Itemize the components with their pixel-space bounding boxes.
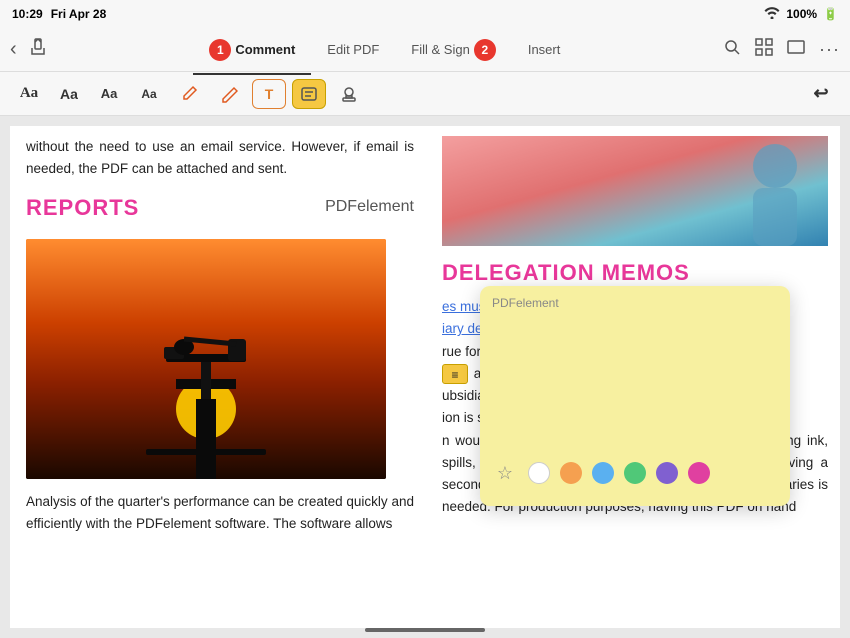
tab-fill-sign-label: Fill & Sign (411, 42, 470, 57)
pdfelement-logo-left: PDFelement (325, 198, 414, 216)
tab-edit-pdf-label: Edit PDF (327, 42, 379, 57)
status-bar: 10:29 Fri Apr 28 100% 🔋 (0, 0, 850, 28)
more-button[interactable]: ··· (819, 39, 840, 60)
oil-field-image (26, 239, 386, 479)
pdf-page: without the need to use an email service… (10, 126, 840, 628)
comment-badge: 1 (209, 39, 231, 61)
share-button[interactable] (29, 38, 47, 61)
color-green[interactable] (624, 462, 646, 484)
header-image (442, 136, 828, 246)
analysis-text: Analysis of the quarter's performance ca… (26, 491, 414, 536)
sticky-note-tool[interactable] (292, 79, 326, 109)
sticky-note-author: PDFelement (492, 296, 778, 310)
battery-label: 100% (786, 7, 817, 21)
tab-edit-pdf[interactable]: Edit PDF (311, 36, 395, 63)
intro-text: without the need to use an email service… (26, 136, 414, 181)
color-blue[interactable] (592, 462, 614, 484)
window-icon[interactable] (787, 38, 805, 61)
grid-icon[interactable] (755, 38, 773, 61)
battery-icon: 🔋 (823, 7, 838, 21)
color-pink[interactable] (688, 462, 710, 484)
text-tool-tiny[interactable]: Aa (132, 79, 166, 109)
right-column: DELEGATION MEMOS es must be able to dele… (430, 126, 840, 628)
color-orange[interactable] (560, 462, 582, 484)
color-white[interactable] (528, 462, 550, 484)
fill-sign-badge: 2 (474, 39, 496, 61)
color-purple[interactable] (656, 462, 678, 484)
home-indicator (365, 628, 485, 632)
sticky-star-icon[interactable]: ☆ (492, 460, 518, 486)
sticky-note-popup[interactable]: PDFelement ☆ (480, 286, 790, 506)
text-tool-serif[interactable]: Aa (12, 79, 46, 109)
date-display: Fri Apr 28 (51, 7, 107, 21)
annotation-toolbar: Aa Aa Aa Aa T ↩ (0, 72, 850, 116)
oil-pump-silhouette (106, 279, 306, 479)
sticky-note-content[interactable] (492, 316, 778, 446)
reports-title: REPORTS (26, 195, 139, 221)
text-tool-small[interactable]: Aa (92, 79, 126, 109)
undo-button[interactable]: ↩ (804, 79, 838, 109)
text-highlight-tool[interactable]: T (252, 79, 286, 109)
sticky-note-textarea[interactable] (492, 316, 778, 436)
top-navigation: ‹ 1 Comment Edit PDF Fill & Sign 2 Inser… (0, 28, 850, 72)
back-button[interactable]: ‹ (10, 38, 17, 61)
time-display: 10:29 (12, 7, 43, 21)
tab-comment-label: Comment (235, 42, 295, 57)
tab-fill-sign[interactable]: Fill & Sign 2 (395, 33, 512, 67)
tab-insert-label: Insert (528, 42, 561, 57)
search-icon[interactable] (723, 38, 741, 61)
left-column: without the need to use an email service… (10, 126, 430, 628)
delegation-title: DELEGATION MEMOS (442, 260, 828, 286)
content-area: without the need to use an email service… (0, 116, 850, 638)
text-tool-normal[interactable]: Aa (52, 79, 86, 109)
eraser-tool[interactable] (212, 79, 246, 109)
wifi-icon (764, 7, 780, 22)
tab-insert[interactable]: Insert (512, 36, 577, 63)
stamp-tool[interactable] (332, 79, 366, 109)
sticky-note-footer: ☆ (492, 454, 778, 486)
pencil-tool[interactable] (172, 79, 206, 109)
tab-comment[interactable]: 1 Comment (193, 33, 311, 67)
